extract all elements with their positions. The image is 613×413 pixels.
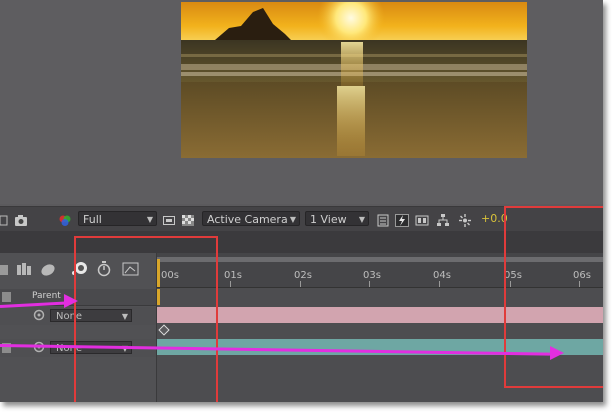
transparency-grid-icon[interactable]: [181, 212, 195, 226]
stopwatch-icon[interactable]: [96, 261, 112, 277]
after-effects-window: Full ▼ Active Camera ▼ 1 View ▼ +0.0 Par…: [0, 0, 603, 402]
frame-blending-icon[interactable]: [71, 261, 89, 277]
keyframe-diamond[interactable]: [158, 324, 170, 336]
grid-icon[interactable]: [0, 212, 8, 226]
label-color-icon: [2, 292, 11, 302]
view-layout-dropdown[interactable]: 1 View ▼: [305, 211, 369, 226]
ruler-tick-label: 02s: [294, 270, 312, 281]
timeline-panel: Parent None ▼ None ▼: [0, 253, 603, 402]
ruler-tick: [579, 281, 580, 287]
viewer-toolbar: Full ▼ Active Camera ▼ 1 View ▼ +0.0: [0, 206, 603, 232]
timeline-header-icons: [0, 261, 156, 279]
layer-duration-bar[interactable]: [157, 307, 603, 323]
ruler-tick-label: 00s: [161, 270, 179, 281]
parent-dropdown[interactable]: None ▼: [50, 309, 132, 322]
view-value: Active Camera: [207, 213, 288, 226]
reset-exposure-icon[interactable]: [458, 212, 472, 227]
ruler-tick-label: 05s: [504, 270, 522, 281]
camera-icon[interactable]: [14, 212, 28, 226]
time-graph-pane[interactable]: 00s 01s 02s 03s 04s 05s 06s: [157, 253, 603, 402]
ruler-tick-label: 04s: [433, 270, 451, 281]
ruler-tick: [300, 281, 301, 287]
timeline-panel-icon[interactable]: [415, 212, 429, 226]
ruler-tick-label: 01s: [224, 270, 242, 281]
current-time-indicator[interactable]: [157, 259, 160, 287]
layer-switches-pane: Parent None ▼ None ▼: [0, 253, 157, 402]
chevron-down-icon: ▼: [289, 215, 296, 224]
toggle-pixel-aspect-icon[interactable]: [376, 212, 390, 227]
ruler-tick: [369, 281, 370, 287]
layer-row[interactable]: None ▼: [0, 307, 156, 325]
shy-layers-icon[interactable]: [40, 261, 56, 277]
parent-column-header[interactable]: Parent: [32, 291, 61, 301]
pick-whip-icon[interactable]: [33, 309, 45, 321]
flowchart-icon[interactable]: [436, 212, 450, 226]
time-ruler[interactable]: 00s 01s 02s 03s 04s 05s 06s: [157, 253, 603, 288]
color-channels-icon[interactable]: [58, 212, 72, 226]
work-area-bar[interactable]: [157, 257, 603, 262]
composition-frame-image: [181, 2, 527, 158]
region-of-interest-icon[interactable]: [162, 212, 176, 225]
resolution-dropdown[interactable]: Full ▼: [78, 211, 157, 226]
timeline-tab-strip: [0, 231, 603, 254]
parent-value: None: [56, 311, 83, 322]
fast-preview-icon[interactable]: [395, 212, 409, 227]
ruler-tick-label: 03s: [363, 270, 381, 281]
current-time-marker[interactable]: [157, 289, 160, 305]
composition-viewer[interactable]: [0, 0, 603, 204]
chevron-down-icon: ▼: [146, 215, 153, 224]
ruler-tick: [510, 281, 511, 287]
exposure-value[interactable]: +0.0: [481, 211, 508, 226]
draft-3d-icon[interactable]: [16, 261, 32, 277]
view-layout-value: 1 View: [310, 213, 347, 226]
ruler-tick: [439, 281, 440, 287]
chevron-down-icon: ▼: [121, 312, 128, 321]
chevron-down-icon: ▼: [358, 215, 365, 224]
ruler-tick-label: 06s: [573, 270, 591, 281]
graph-editor-icon[interactable]: [122, 261, 140, 277]
view-dropdown[interactable]: Active Camera ▼: [202, 211, 300, 226]
resolution-value: Full: [83, 213, 102, 226]
composition-mini-flowchart-icon[interactable]: [0, 263, 10, 277]
ruler-tick: [230, 281, 231, 287]
